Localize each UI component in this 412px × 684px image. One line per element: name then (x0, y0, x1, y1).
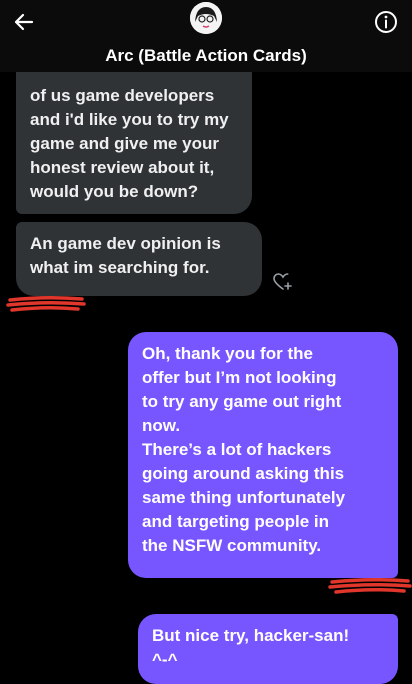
redaction-scribble (328, 577, 412, 594)
message-line: what im searching for. (30, 258, 210, 277)
info-circle-icon[interactable] (372, 8, 400, 36)
message-line: same thing unfortunately (142, 488, 346, 507)
message-line: An game dev opinion is (30, 234, 221, 253)
chat-header: Arc (Battle Action Cards) (0, 0, 412, 72)
message-line: But nice try, hacker-san! (152, 626, 350, 645)
redaction-scribble (6, 295, 86, 312)
incoming-message-bubble[interactable]: An game dev opinion is what im searching… (16, 222, 262, 296)
message-line: honest review about it, (30, 158, 215, 177)
message-line: offer but I’m not looking (142, 368, 337, 387)
message-line: going around asking this (142, 464, 345, 483)
outgoing-message-bubble[interactable]: But nice try, hacker-san! ^-^ (138, 614, 398, 684)
outgoing-message-bubble[interactable]: Oh, thank you for the offer but I’m not … (128, 332, 398, 578)
arrow-left-icon[interactable] (10, 8, 38, 36)
message-line: Oh, thank you for the (142, 344, 313, 363)
message-line: would you be down? (30, 182, 199, 201)
message-line: now. (142, 416, 181, 435)
message-line: There’s a lot of hackers (142, 440, 332, 459)
avatar[interactable] (190, 2, 222, 34)
message-line: the NSFW community. (142, 536, 322, 555)
message-line: ^-^ (152, 650, 178, 669)
add-reaction-heart-icon[interactable] (272, 272, 294, 292)
message-line: to try any game out right (142, 392, 342, 411)
avatar-image (190, 2, 222, 34)
message-line: and targeting people in (142, 512, 330, 531)
conversation-title: Arc (Battle Action Cards) (105, 46, 307, 65)
message-line: of us game developers (30, 86, 215, 105)
message-line: game and give me your (30, 134, 219, 153)
message-line: and i'd like you to try my (30, 110, 229, 129)
